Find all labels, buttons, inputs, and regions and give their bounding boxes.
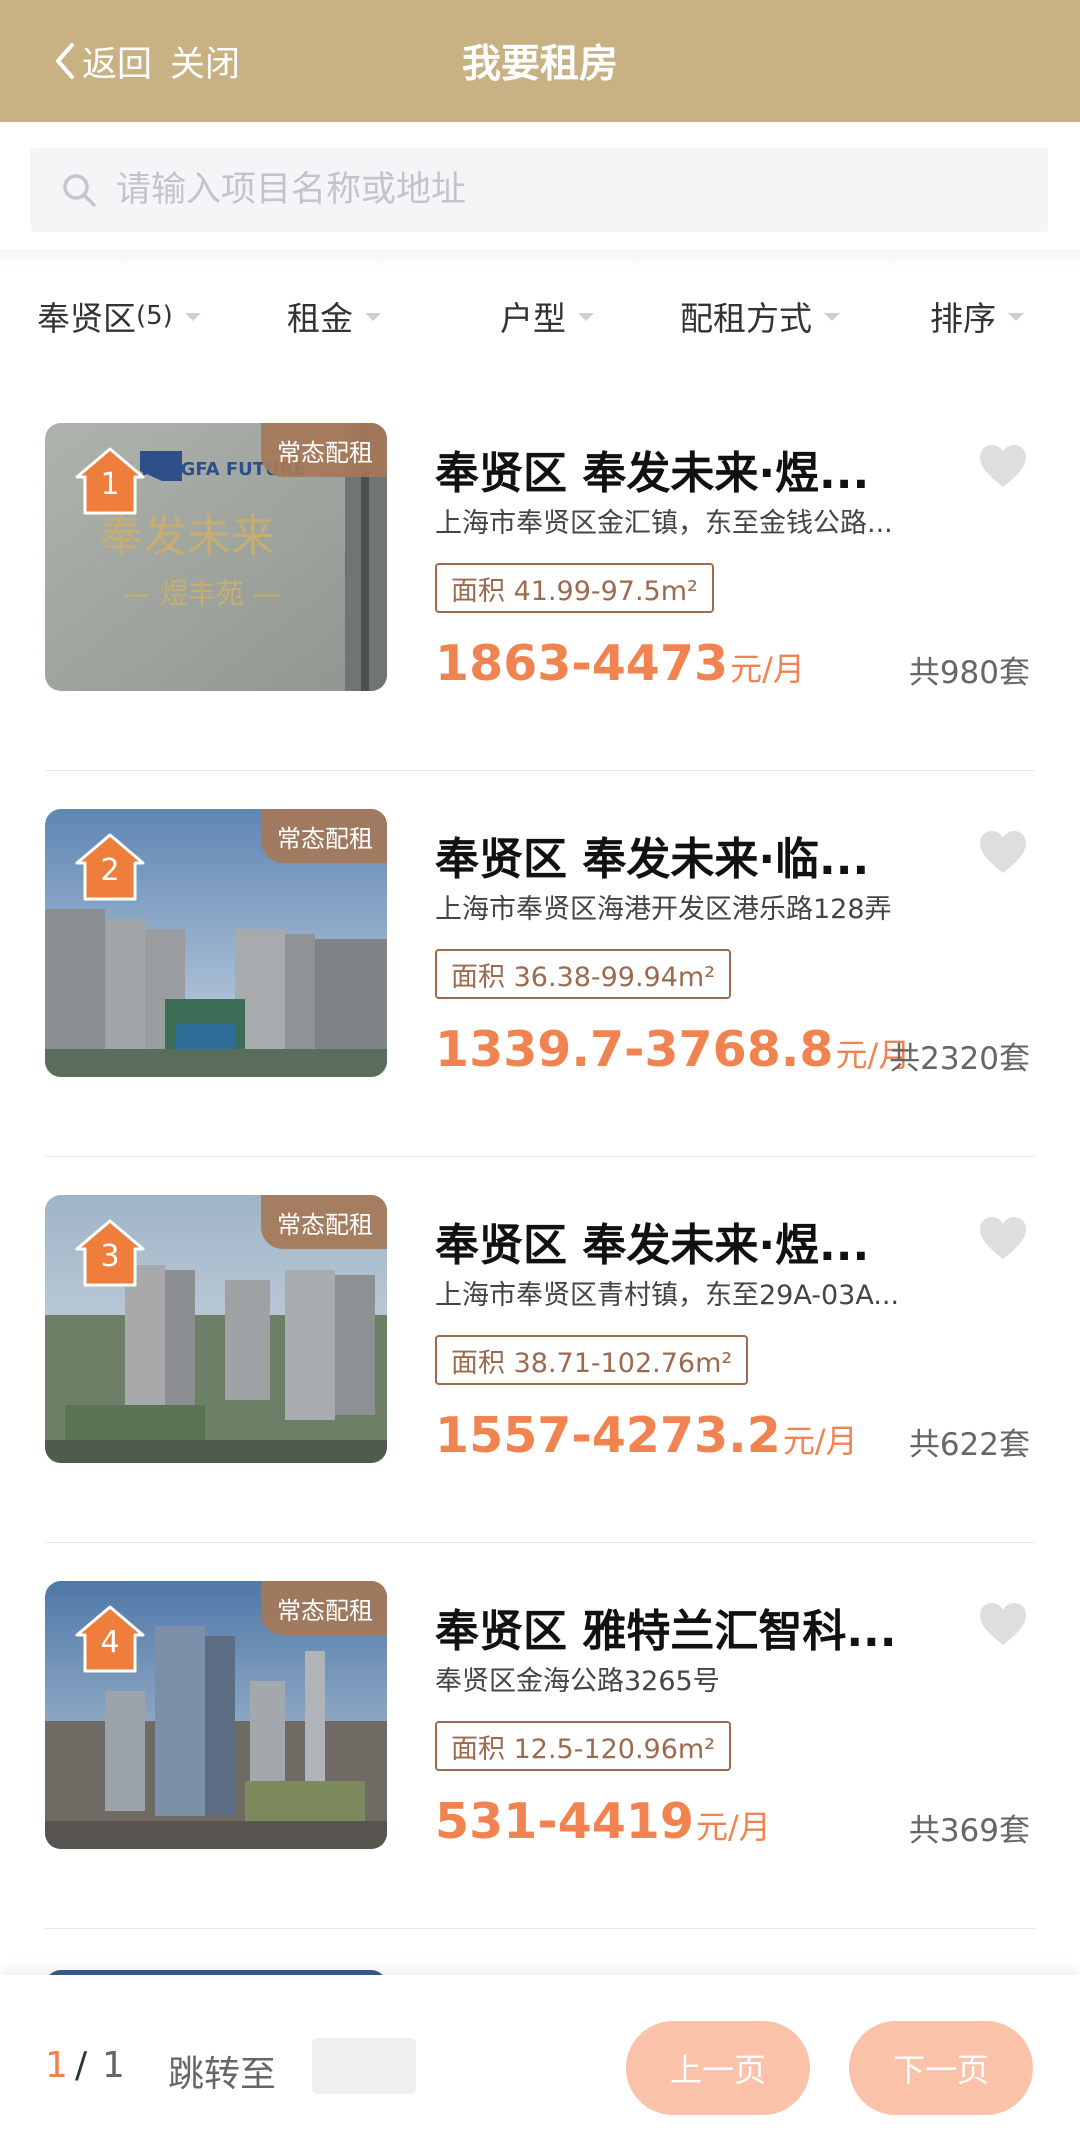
app-header: 返回 关闭 我要租房 (0, 0, 1080, 122)
price-unit: 元/月 (782, 1422, 858, 1460)
unit-count: 共2320套 (889, 1041, 1030, 1077)
back-label: 返回 (82, 44, 153, 85)
filter-allocation[interactable]: 配租方式 (680, 270, 840, 362)
allocation-tag: 常态配租 (261, 809, 387, 863)
heart-icon[interactable] (978, 443, 1028, 489)
listing-photo: 常态配租 4 (45, 1581, 387, 1849)
caret-down-icon (578, 313, 594, 321)
price-unit: 元/月 (696, 1808, 771, 1846)
price-range: 1339.7-3768.8 (435, 1021, 834, 1078)
total-pages: 1 (102, 2045, 125, 2086)
allocation-tag: 常态配租 (261, 1581, 387, 1635)
listing-title: 奉贤区 奉发未来·煜... (435, 1220, 870, 1265)
price-range: 1557-4273.2 (435, 1407, 781, 1464)
listing-title: 奉贤区 雅特兰汇智科... (435, 1606, 897, 1651)
close-button[interactable]: 关闭 (170, 0, 240, 122)
caret-down-icon (1008, 313, 1024, 321)
caret-down-icon (184, 313, 201, 321)
filter-rent[interactable]: 租金 (287, 270, 381, 362)
filter-sort-label: 排序 (930, 299, 996, 338)
filter-district[interactable]: 奉贤区 (5) (37, 270, 201, 362)
filter-allocation-label: 配租方式 (680, 299, 812, 338)
price: 1863-4473 元/月 (435, 635, 805, 705)
price: 1339.7-3768.8 元/月 (435, 1021, 910, 1091)
pager-bar: 1 / 1 跳转至 上一页 下一页 (0, 1975, 1080, 2148)
area-badge: 面积 36.38-99.94m² (435, 949, 732, 999)
rank-number: 4 (100, 1625, 120, 1660)
filter-district-label: 奉贤区 (37, 299, 136, 338)
listing-item[interactable]: 常态配租 2 奉贤区 奉发未来·临... 上海市奉贤区海港开发区港乐路128弄 … (0, 771, 1080, 1157)
listing-title: 奉贤区 奉发未来·临... (435, 834, 870, 879)
listing-title: 奉贤区 奉发未来·煜... (435, 448, 870, 493)
listing-photo: 常态配租 3 (45, 1195, 387, 1463)
unit-count: 共369套 (908, 1813, 1030, 1849)
page-title: 我要租房 (461, 42, 618, 87)
prev-page-button[interactable]: 上一页 (626, 2021, 810, 2115)
listing-item[interactable]: 常态配租 3 奉贤区 奉发未来·煜... 上海市奉贤区青村镇，东至29A-03A… (0, 1157, 1080, 1543)
price: 531-4419 元/月 (435, 1793, 771, 1863)
rank-number: 1 (100, 467, 120, 502)
caret-down-icon (365, 313, 381, 321)
allocation-tag: 常态配租 (261, 423, 387, 477)
price-unit: 元/月 (730, 650, 805, 688)
listing-item[interactable]: FENGFA FUTURE 奉发未来 — 煜丰苑 — 常态配租 1 奉贤区 奉发… (0, 385, 1080, 771)
area-badge: 面积 38.71-102.76m² (435, 1335, 749, 1385)
listing-photo: FENGFA FUTURE 奉发未来 — 煜丰苑 — 常态配租 1 (45, 423, 387, 691)
photo-sign-sub: — 煜丰苑 — (123, 577, 281, 610)
rank-number: 2 (100, 853, 120, 888)
listing-address: 上海市奉贤区海港开发区港乐路128弄 (435, 894, 892, 925)
filter-bar: 奉贤区 (5) 租金 户型 配租方式 排序 (0, 270, 1080, 362)
next-page-button[interactable]: 下一页 (849, 2021, 1033, 2115)
listing-address: 奉贤区金海公路3265号 (435, 1666, 720, 1697)
divider (45, 1928, 1035, 1929)
filter-layout-label: 户型 (500, 299, 566, 338)
heart-icon[interactable] (978, 829, 1028, 875)
jump-page-input[interactable] (312, 2038, 416, 2094)
filter-layout[interactable]: 户型 (500, 270, 594, 362)
search-bar (30, 148, 1048, 232)
listing-item[interactable]: 常态配租 4 奉贤区 雅特兰汇智科... 奉贤区金海公路3265号 面积 12.… (0, 1543, 1080, 1929)
area-badge: 面积 12.5-120.96m² (435, 1721, 732, 1771)
price-range: 531-4419 (435, 1793, 694, 1850)
caret-down-icon (824, 313, 840, 321)
heart-icon[interactable] (978, 1215, 1028, 1261)
search-icon (63, 174, 96, 207)
rank-number: 3 (100, 1239, 120, 1274)
current-page: 1 (45, 2045, 68, 2086)
filter-rent-label: 租金 (287, 299, 353, 338)
page-separator: / (75, 2045, 88, 2086)
heart-icon[interactable] (978, 1601, 1028, 1647)
photo-sign-text: 奉发未来 (99, 511, 275, 562)
area-badge: 面积 41.99-97.5m² (435, 563, 714, 613)
filter-sort[interactable]: 排序 (930, 270, 1024, 362)
price-range: 1863-4473 (435, 635, 729, 692)
jump-to-label: 跳转至 (168, 2054, 277, 2095)
filter-divider-shadow (0, 250, 1080, 268)
listing-photo: 常态配租 2 (45, 809, 387, 1077)
listing-address: 上海市奉贤区青村镇，东至29A-03A... (435, 1280, 900, 1311)
allocation-tag: 常态配租 (261, 1195, 387, 1249)
filter-district-count: (5) (136, 301, 173, 331)
unit-count: 共980套 (908, 655, 1030, 691)
back-button[interactable]: 返回 (50, 0, 152, 122)
price: 1557-4273.2 元/月 (435, 1407, 858, 1477)
listing-address: 上海市奉贤区金汇镇，东至金钱公路... (435, 508, 893, 539)
unit-count: 共622套 (908, 1427, 1030, 1463)
chevron-left-icon (56, 43, 74, 79)
search-input[interactable] (116, 170, 996, 210)
